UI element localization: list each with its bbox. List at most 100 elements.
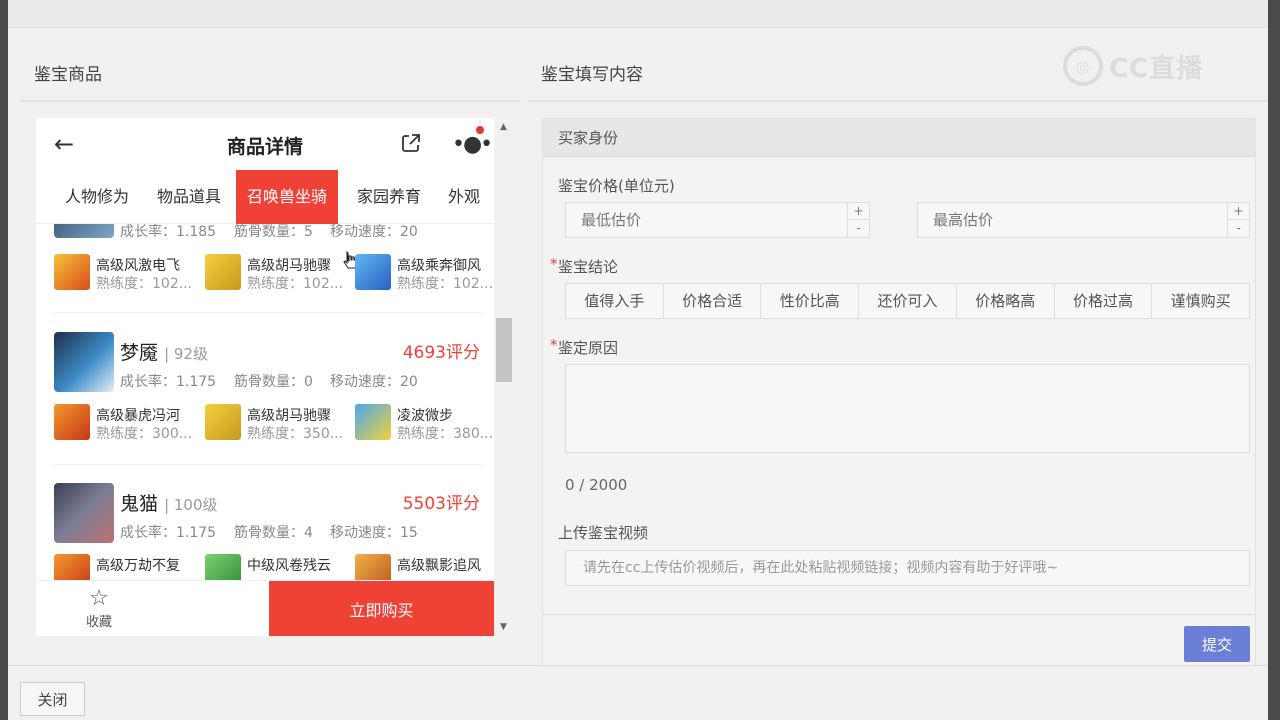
pet-score: 5503评分 bbox=[402, 494, 480, 514]
pet-level: | 92级 bbox=[164, 345, 208, 363]
price-label: 鉴宝价格(单位元) bbox=[558, 177, 675, 195]
decrement-button[interactable]: - bbox=[1228, 220, 1249, 237]
skill-item: 高级胡马驰骤 熟练度：102... bbox=[205, 254, 355, 294]
left-header-divider bbox=[20, 100, 520, 102]
submit-button[interactable]: 提交 bbox=[1184, 626, 1250, 662]
preview-scrollbar[interactable]: ▲ ▼ bbox=[494, 118, 514, 636]
more-dots-icon[interactable]: •●• bbox=[452, 132, 493, 157]
skill-item: 高级万劫不复 bbox=[54, 554, 204, 580]
skill-name: 中级风卷残云 bbox=[247, 558, 331, 574]
pet-name: 梦魇 | 92级 bbox=[120, 342, 208, 364]
skill-shadow-icon bbox=[355, 554, 391, 580]
pet-speed: 移动速度：20 bbox=[330, 374, 418, 390]
video-link-field[interactable] bbox=[565, 550, 1250, 586]
skill-name: 高级风激电飞 bbox=[96, 258, 180, 274]
pet-speed: 移动速度：15 bbox=[330, 525, 418, 541]
skill-item: 高级乘奔御风 熟练度：102... bbox=[355, 254, 494, 294]
skill-tiger-icon bbox=[54, 404, 90, 440]
skill-item: 凌波微步 熟练度：380... bbox=[355, 404, 494, 444]
logo-ring-icon: ◎ bbox=[1063, 46, 1103, 86]
scroll-down-icon[interactable]: ▼ bbox=[500, 622, 507, 632]
skill-horse-icon bbox=[205, 254, 241, 290]
product-footer: ☆ 收藏 立即购买 bbox=[36, 580, 494, 636]
conclusion-option[interactable]: 还价可入 bbox=[859, 284, 957, 318]
skill-whirlwind-icon bbox=[205, 554, 241, 580]
right-header-divider bbox=[528, 100, 1268, 102]
list-divider bbox=[54, 464, 482, 465]
pet-avatar bbox=[54, 332, 114, 392]
pet-growth: 成长率：1.185 bbox=[120, 224, 217, 240]
conclusion-option[interactable]: 值得入手 bbox=[566, 284, 664, 318]
pet-avatar bbox=[54, 483, 114, 543]
notification-dot bbox=[476, 126, 484, 134]
category-tabs: 人物修为 物品道具 召唤兽坐骑 家园养育 外观 bbox=[36, 170, 494, 269]
skill-item: 高级胡马驰骤 熟练度：350... bbox=[205, 404, 355, 444]
conclusion-options: 值得入手 价格合适 性价比高 还价可入 价格略高 价格过高 谨慎购买 bbox=[565, 283, 1250, 319]
pet-score: 4693评分 bbox=[402, 343, 480, 363]
favorite-label: 收藏 bbox=[85, 615, 112, 630]
skill-fire-icon bbox=[54, 554, 90, 580]
increment-button[interactable]: + bbox=[1228, 203, 1249, 220]
skill-name: 高级暴虎冯河 bbox=[96, 408, 180, 424]
appraisal-form: 买家身份 鉴宝价格(单位元) + - + - *鉴宝结论 值得入手 价格合适 性… bbox=[542, 118, 1256, 668]
min-price-field[interactable]: + - bbox=[565, 202, 870, 238]
skill-level: 熟练度：350... bbox=[247, 426, 344, 442]
favorite-button[interactable]: ☆ 收藏 bbox=[76, 586, 122, 631]
pet-name: 鬼猫 | 100级 bbox=[120, 493, 218, 515]
left-column-title: 鉴宝商品 bbox=[34, 65, 102, 85]
skill-name: 高级胡马驰骤 bbox=[247, 408, 331, 424]
appraisal-dialog: 鉴宝商品 鉴宝填写内容 ◎ CC直播 ← 商品详情 •●• 人物修为 物品道具 … bbox=[8, 0, 1268, 720]
video-label: 上传鉴宝视频 bbox=[558, 524, 649, 542]
conclusion-option[interactable]: 价格略高 bbox=[957, 284, 1055, 318]
star-icon: ☆ bbox=[89, 586, 109, 611]
pet-bones: 筋骨数量：4 bbox=[234, 525, 313, 541]
min-price-input[interactable] bbox=[566, 203, 846, 237]
required-mark: * bbox=[550, 255, 558, 273]
conclusion-option[interactable]: 价格合适 bbox=[664, 284, 762, 318]
skill-name: 高级乘奔御风 bbox=[397, 258, 481, 274]
required-mark: * bbox=[550, 336, 558, 354]
tab-home[interactable]: 家园养育 bbox=[357, 170, 421, 224]
tab-character[interactable]: 人物修为 bbox=[65, 170, 129, 224]
skill-name: 高级胡马驰骤 bbox=[247, 258, 331, 274]
tab-pets-mounts[interactable]: 召唤兽坐骑 bbox=[236, 170, 339, 224]
pet-speed: 移动速度：20 bbox=[330, 224, 418, 240]
reason-label: * 鉴定原因 bbox=[550, 336, 619, 357]
scroll-thumb[interactable] bbox=[496, 318, 512, 382]
tab-items[interactable]: 物品道具 bbox=[157, 170, 221, 224]
right-column-title: 鉴宝填写内容 bbox=[541, 65, 643, 85]
dialog-footer: 关闭 bbox=[8, 665, 1268, 720]
cc-live-logo: ◎ CC直播 bbox=[1063, 46, 1203, 86]
pet-avatar bbox=[54, 224, 114, 238]
close-button[interactable]: 关闭 bbox=[20, 682, 85, 716]
skill-horse-icon bbox=[205, 404, 241, 440]
character-counter: 0 / 2000 bbox=[565, 476, 628, 494]
pet-list[interactable]: 成长率：1.185 筋骨数量：5 移动速度：20 高级风激电飞 熟练度：102.… bbox=[36, 224, 494, 580]
conclusion-option[interactable]: 价格过高 bbox=[1055, 284, 1153, 318]
increment-button[interactable]: + bbox=[848, 203, 869, 220]
decrement-button[interactable]: - bbox=[848, 220, 869, 237]
share-icon[interactable] bbox=[400, 132, 422, 154]
pet-level: | 100级 bbox=[164, 496, 218, 514]
skill-name: 高级飘影追风 bbox=[397, 558, 481, 574]
video-link-input[interactable] bbox=[566, 551, 1249, 585]
min-price-stepper[interactable]: + - bbox=[847, 203, 869, 237]
logo-text: CC直播 bbox=[1109, 53, 1204, 84]
conclusion-option[interactable]: 谨慎购买 bbox=[1152, 284, 1249, 318]
skill-name: 凌波微步 bbox=[397, 408, 453, 424]
max-price-stepper[interactable]: + - bbox=[1227, 203, 1249, 237]
tab-appearance[interactable]: 外观 bbox=[448, 170, 480, 224]
max-price-field[interactable]: + - bbox=[917, 202, 1250, 238]
skill-wave-icon bbox=[355, 404, 391, 440]
skill-ride-icon bbox=[355, 254, 391, 290]
reason-textarea[interactable] bbox=[565, 364, 1250, 453]
conclusion-option[interactable]: 性价比高 bbox=[761, 284, 860, 318]
product-detail-title: 商品详情 bbox=[226, 136, 303, 158]
scroll-up-icon[interactable]: ▲ bbox=[500, 122, 507, 132]
pet-growth: 成长率：1.175 bbox=[120, 525, 217, 541]
skill-name: 高级万劫不复 bbox=[96, 558, 180, 574]
max-price-input[interactable] bbox=[918, 203, 1198, 237]
buy-now-button[interactable]: 立即购买 bbox=[269, 581, 494, 636]
top-strip bbox=[8, 0, 1268, 28]
skill-wind-icon bbox=[54, 254, 90, 290]
